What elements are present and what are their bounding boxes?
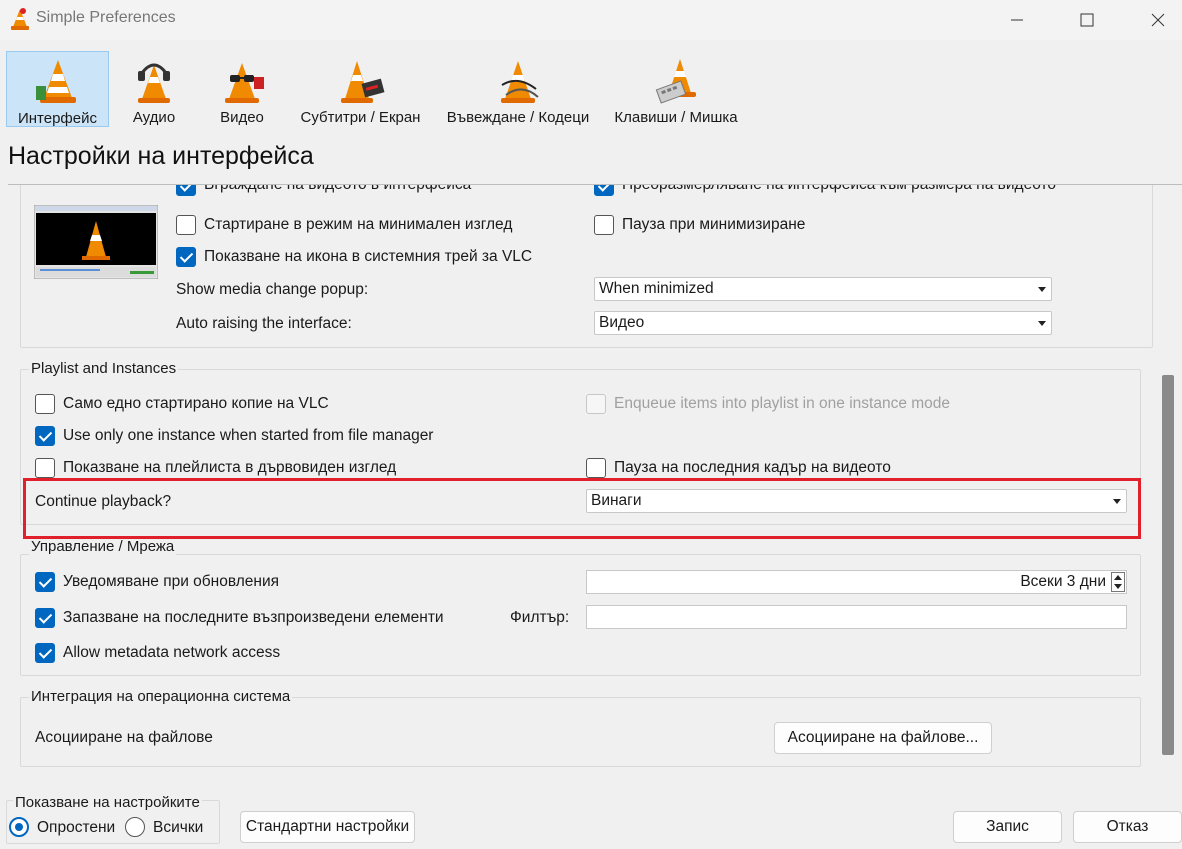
vlc-cone-cables-icon (501, 61, 539, 103)
resize-interface-label: Преоразмерляване на интерфейса към разме… (622, 185, 1056, 194)
all-settings-radio[interactable] (125, 817, 145, 837)
tab-label: Субтитри / Екран (300, 109, 421, 126)
update-interval-spinbox[interactable]: Всеки 3 дни (586, 570, 1127, 594)
vlc-cone-interface-icon (35, 60, 76, 103)
window-title: Simple Preferences (36, 9, 176, 26)
maximize-icon (1080, 13, 1094, 27)
file-association-label: Асоцииране на файлове (35, 729, 213, 746)
page-title: Настройки на интерфейса (8, 142, 314, 170)
save-recent-checkbox[interactable] (35, 608, 55, 628)
systray-checkbox[interactable] (176, 247, 196, 267)
tab-label: Въвеждане / Кодеци (446, 109, 590, 126)
chevron-down-icon (1038, 321, 1046, 326)
simple-settings-radio[interactable] (9, 817, 29, 837)
simple-settings-label: Опростени (37, 819, 116, 836)
file-manager-label: Use only one instance when started from … (63, 427, 434, 444)
spin-up-icon[interactable] (1114, 575, 1122, 580)
save-button-label: Запис (986, 818, 1029, 835)
filter-input[interactable] (586, 605, 1127, 629)
cancel-button[interactable]: Отказ (1073, 811, 1182, 843)
tab-audio[interactable]: Аудио (122, 51, 186, 127)
pause-last-frame-checkbox[interactable] (586, 458, 606, 478)
associate-files-button-label: Асоцииране на файлове... (787, 729, 979, 746)
systray-label: Показване на икона в системния трей за V… (204, 248, 533, 265)
enqueue-label: Enqueue items into playlist in one insta… (614, 395, 951, 412)
close-icon (1151, 13, 1165, 27)
tab-label: Клавиши / Мишка (614, 109, 738, 126)
associate-files-button[interactable]: Асоцииране на файлове... (774, 722, 992, 754)
cancel-button-label: Отказ (1106, 818, 1149, 835)
update-notify-checkbox[interactable] (35, 572, 55, 592)
pause-last-frame-label: Пауза на последния кадър на видеото (614, 459, 891, 476)
show-settings-title: Показване на настройките (13, 794, 202, 811)
resize-interface-checkbox[interactable] (594, 185, 614, 196)
media-popup-value: When minimized (599, 280, 714, 297)
tab-input-codecs[interactable]: Въвеждане / Кодеци (440, 51, 596, 127)
minimize-button[interactable] (994, 0, 1040, 40)
vlc-cone-glasses-icon (225, 63, 264, 103)
tab-label: Аудио (132, 109, 176, 126)
metadata-network-checkbox[interactable] (35, 643, 55, 663)
all-settings-label: Всички (153, 819, 204, 836)
category-tabs: Интерфейс Аудио Видео Субтитри / Екран В… (0, 50, 1182, 130)
vertical-scrollbar-thumb[interactable] (1162, 375, 1174, 755)
tab-video[interactable]: Видео (207, 51, 277, 127)
minimal-view-label: Стартиране в режим на минимален изглед (204, 216, 513, 233)
network-group-title: Управление / Мрежа (29, 538, 177, 555)
tab-label: Интерфейс (17, 110, 97, 127)
tab-interface[interactable]: Интерфейс (6, 51, 109, 127)
vlc-cone-keyboard-icon (655, 59, 696, 104)
media-popup-label: Show media change popup: (176, 281, 369, 298)
tab-subtitles[interactable]: Субтитри / Екран (292, 51, 429, 127)
tab-label: Видео (220, 109, 264, 126)
playlist-group-title: Playlist and Instances (29, 360, 179, 377)
embed-video-label: Вграждане на видеото в интерфейса (204, 185, 471, 194)
save-button[interactable]: Запис (953, 811, 1062, 843)
chevron-down-icon (1038, 287, 1046, 292)
auto-raise-label: Auto raising the interface: (176, 315, 352, 332)
media-popup-select[interactable]: When minimized (594, 277, 1052, 301)
pause-minimize-label: Пауза при минимизиране (622, 216, 806, 233)
spin-down-icon[interactable] (1114, 584, 1122, 589)
spin-buttons[interactable] (1111, 572, 1125, 592)
save-recent-label: Запазване на последните възпроизведени е… (63, 609, 444, 626)
embed-video-checkbox[interactable] (176, 185, 196, 196)
title-bar: Simple Preferences (0, 0, 1182, 40)
reset-preferences-label: Стандартни настройки (245, 818, 410, 835)
minimal-view-checkbox[interactable] (176, 215, 196, 235)
vlc-cone-subtitles-icon (340, 61, 384, 103)
vlc-cone-icon (11, 8, 29, 30)
enqueue-checkbox[interactable] (586, 394, 606, 414)
filter-label: Филтър: (510, 609, 570, 626)
file-manager-checkbox[interactable] (35, 426, 55, 446)
auto-raise-value: Видео (599, 314, 645, 331)
close-button[interactable] (1135, 0, 1181, 40)
tree-view-label: Показване на плейлиста в дървовиден изгл… (63, 459, 397, 476)
metadata-network-label: Allow metadata network access (63, 644, 281, 661)
reset-preferences-button[interactable]: Стандартни настройки (240, 811, 415, 843)
cut-row-right: Преоразмерляване на интерфейса към разме… (593, 185, 1073, 197)
update-interval-value: Всеки 3 дни (1020, 573, 1106, 590)
vlc-cone-headphones-icon (138, 63, 170, 103)
pause-minimize-checkbox[interactable] (594, 215, 614, 235)
one-instance-checkbox[interactable] (35, 394, 55, 414)
interface-preview-image (34, 205, 158, 279)
highlight-box (23, 478, 1141, 539)
minimize-icon (1011, 19, 1023, 21)
tab-hotkeys[interactable]: Клавиши / Мишка (606, 51, 746, 127)
auto-raise-select[interactable]: Видео (594, 311, 1052, 335)
os-integration-group-title: Интеграция на операционна система (29, 688, 293, 705)
cut-row-left: Вграждане на видеото в интерфейса (175, 185, 615, 197)
one-instance-label: Само едно стартирано копие на VLC (63, 395, 329, 412)
update-notify-label: Уведомяване при обновления (63, 573, 280, 590)
tree-view-checkbox[interactable] (35, 458, 55, 478)
maximize-button[interactable] (1064, 0, 1110, 40)
